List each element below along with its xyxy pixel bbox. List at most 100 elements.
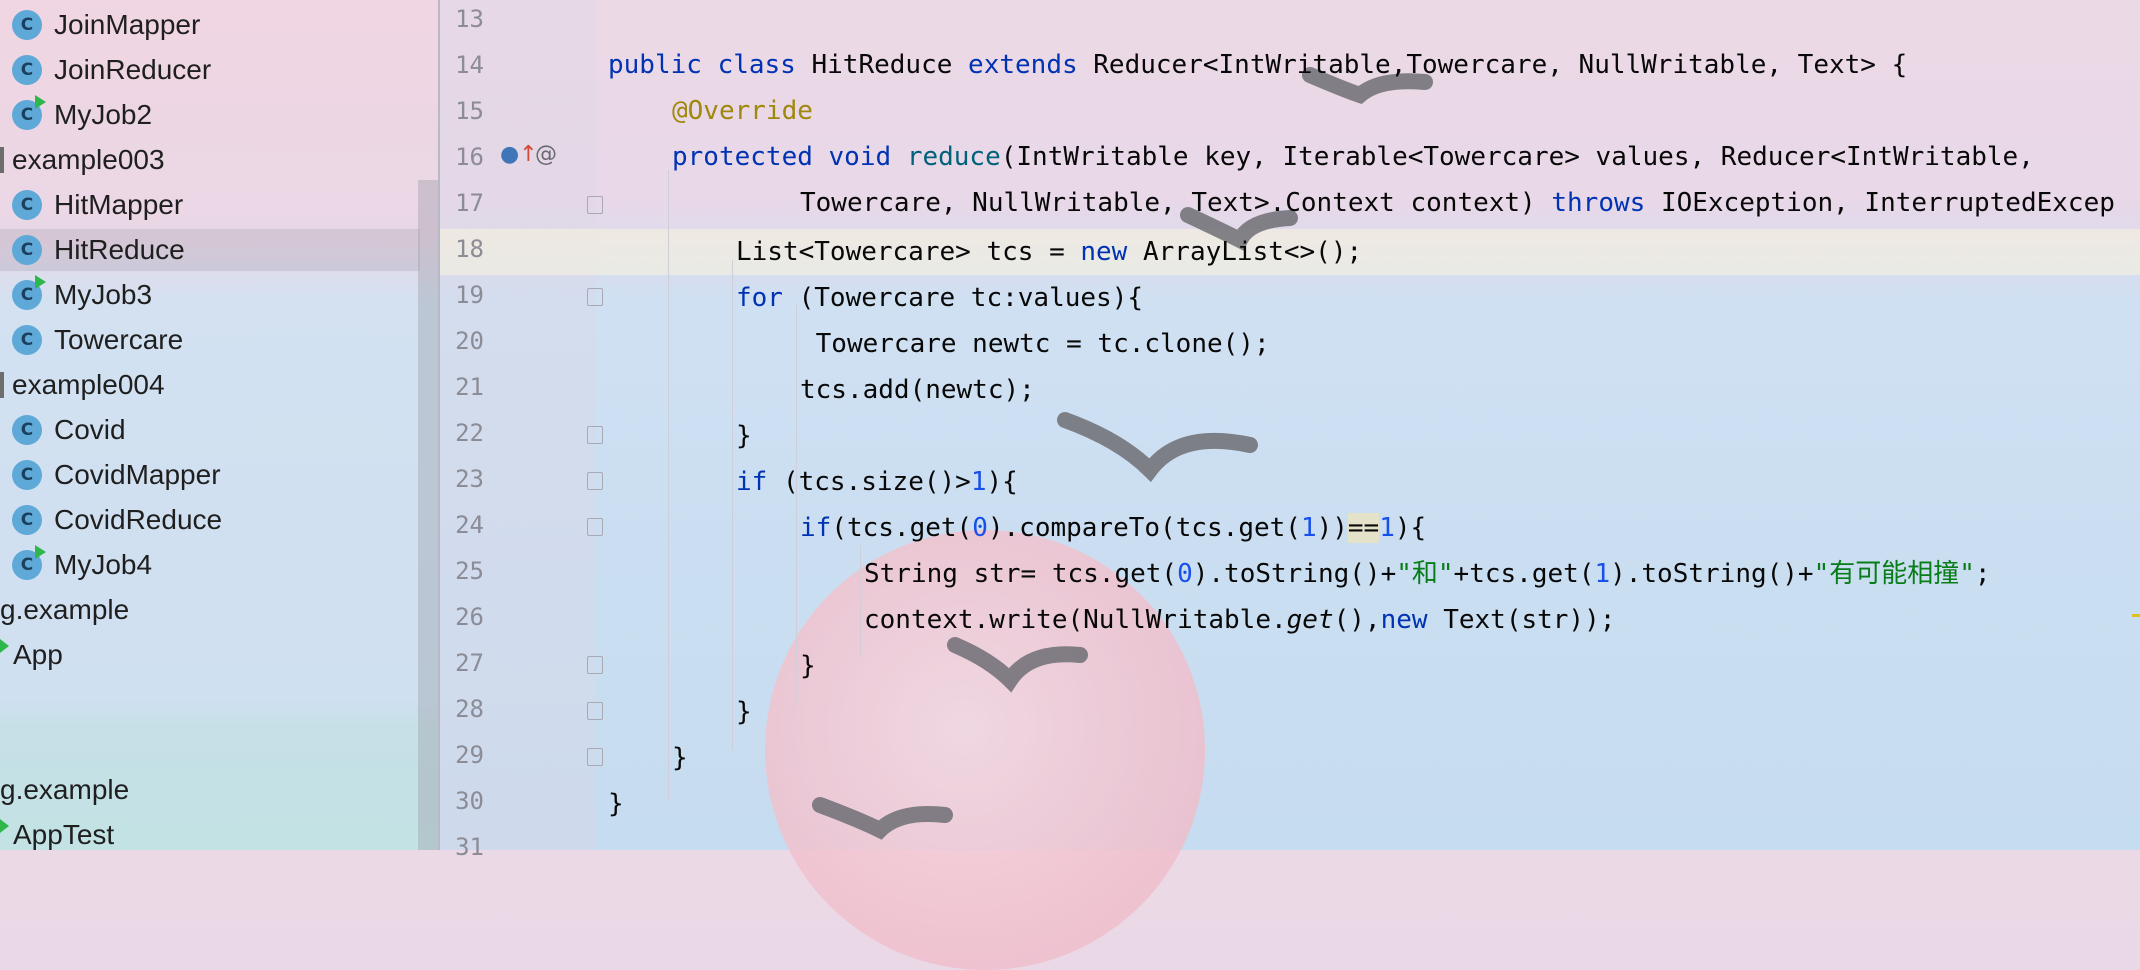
fold-marker[interactable] [587, 196, 603, 214]
code-token: ){ [986, 467, 1018, 497]
line-number: 29 [455, 741, 484, 769]
code-line-26[interactable]: context.write(NullWritable.get(),new Tex… [864, 597, 1615, 643]
line-number: 16 [455, 143, 484, 171]
code-token: ).toString()+ [1192, 559, 1397, 589]
line-number: 22 [455, 419, 484, 447]
code-token: "和" [1396, 559, 1454, 589]
code-line-17[interactable]: Towercare, NullWritable, Text>.Context c… [800, 180, 2115, 226]
line-number: 26 [455, 603, 484, 631]
code-token: IOException, InterruptedExcep [1660, 188, 2115, 218]
line-number: 23 [455, 465, 484, 493]
line-number: 13 [455, 5, 484, 33]
code-token: 1 [970, 467, 987, 497]
edge-marker [2132, 614, 2140, 617]
fold-marker[interactable] [587, 288, 603, 306]
line-number: 21 [455, 373, 484, 401]
code-token: } [736, 421, 752, 451]
code-line-18[interactable]: List<Towercare> tcs = new ArrayList<>(); [736, 229, 1362, 275]
code-token: == [1347, 513, 1380, 543]
background-birds [812, 67, 1433, 840]
code-line-16[interactable]: protected void reduce(IntWritable key, I… [672, 134, 2034, 180]
code-token: if [736, 467, 783, 497]
code-token: get [1286, 605, 1334, 635]
line-number: 25 [455, 557, 484, 585]
indent-guide [796, 305, 797, 705]
code-line-19[interactable]: for (Towercare tc:values){ [736, 275, 1143, 321]
code-token: } [736, 697, 752, 727]
code-line-28[interactable]: } [736, 689, 752, 735]
fold-marker[interactable] [587, 426, 603, 444]
line-number: 28 [455, 695, 484, 723]
code-token: ArrayList<>(); [1143, 237, 1363, 267]
code-token: Text(str)); [1443, 605, 1616, 635]
code-token: public class [608, 50, 812, 80]
code-token: (tcs.get( [831, 513, 973, 543]
code-token: 0 [972, 513, 988, 543]
code-line-14[interactable]: public class HitReduce extends Reducer<I… [608, 42, 1907, 88]
bird-shape [947, 637, 1088, 693]
code-token: String str= tcs.get( [864, 559, 1178, 589]
code-token: 0 [1177, 559, 1193, 589]
line-number: 17 [455, 189, 484, 217]
fold-marker[interactable] [587, 472, 603, 490]
code-token: Reducer<IntWritable,Towercare, NullWrita… [1093, 50, 1908, 80]
fold-marker[interactable] [587, 518, 603, 536]
indent-guide [732, 260, 733, 750]
code-token: new [1380, 605, 1444, 635]
code-token: Towercare, NullWritable, Text>.Context c… [800, 188, 1552, 218]
code-token: 1 [1300, 513, 1317, 543]
code-token: List<Towercare> tcs = [736, 237, 1081, 267]
code-line-23[interactable]: if (tcs.size()>1){ [736, 459, 1018, 505]
code-line-30[interactable]: } [608, 781, 624, 827]
line-number: 30 [455, 787, 484, 815]
code-token: extends [968, 50, 1094, 80]
fold-marker[interactable] [587, 702, 603, 720]
code-line-21[interactable]: tcs.add(newtc); [800, 367, 1035, 413]
code-token: } [608, 789, 624, 819]
fold-marker[interactable] [587, 656, 603, 674]
line-number: 27 [455, 649, 484, 677]
code-token: ).toString()+ [1610, 559, 1814, 589]
code-line-22[interactable]: } [736, 413, 752, 459]
line-number: 14 [455, 51, 484, 79]
code-token: throws [1551, 188, 1661, 218]
bird-shape [1057, 412, 1258, 483]
code-token: protected void [672, 142, 907, 172]
code-token: tcs.add(newtc); [800, 375, 1035, 405]
code-line-20[interactable]: Towercare newtc = tc.clone(); [800, 321, 1270, 367]
code-token: reduce [906, 142, 1001, 172]
code-line-29[interactable]: } [672, 735, 688, 781]
annotation-icon[interactable]: @ [535, 142, 557, 167]
code-token: )) [1316, 513, 1348, 543]
code-token: } [800, 651, 816, 681]
bird-shape [812, 797, 953, 840]
code-token: (Towercare tc:values){ [798, 283, 1143, 313]
code-token: context.write(NullWritable. [864, 605, 1287, 635]
code-token: Towercare newtc = tc.clone(); [800, 329, 1270, 359]
code-line-24[interactable]: if(tcs.get(0).compareTo(tcs.get(1))==1){ [800, 505, 1426, 551]
code-token: 1 [1379, 513, 1395, 543]
code-token: HitReduce [811, 50, 969, 80]
line-number: 24 [455, 511, 484, 539]
code-line-15[interactable]: @Override [672, 88, 813, 134]
code-token: (tcs.size()> [782, 467, 971, 497]
code-token: ){ [1394, 513, 1427, 543]
code-token: (), [1333, 605, 1381, 635]
line-number: 18 [455, 235, 484, 263]
line-number: 19 [455, 281, 484, 309]
code-token: } [672, 743, 688, 773]
code-line-27[interactable]: } [800, 643, 816, 689]
line-number: 31 [455, 833, 484, 861]
code-token: (IntWritable key, Iterable<Towercare> va… [1000, 142, 2034, 172]
code-token: @Override [672, 96, 813, 126]
code-token: 1 [1594, 559, 1611, 589]
line-number: 20 [455, 327, 484, 355]
code-token: for [736, 283, 799, 313]
override-icon[interactable]: ●↑ [500, 142, 538, 167]
line-number: 15 [455, 97, 484, 125]
code-line-25[interactable]: String str= tcs.get(0).toString()+"和"+tc… [864, 551, 1991, 597]
fold-marker[interactable] [587, 748, 603, 766]
code-token: if [800, 513, 832, 543]
indent-guide [668, 170, 669, 800]
code-token: new [1080, 237, 1143, 267]
